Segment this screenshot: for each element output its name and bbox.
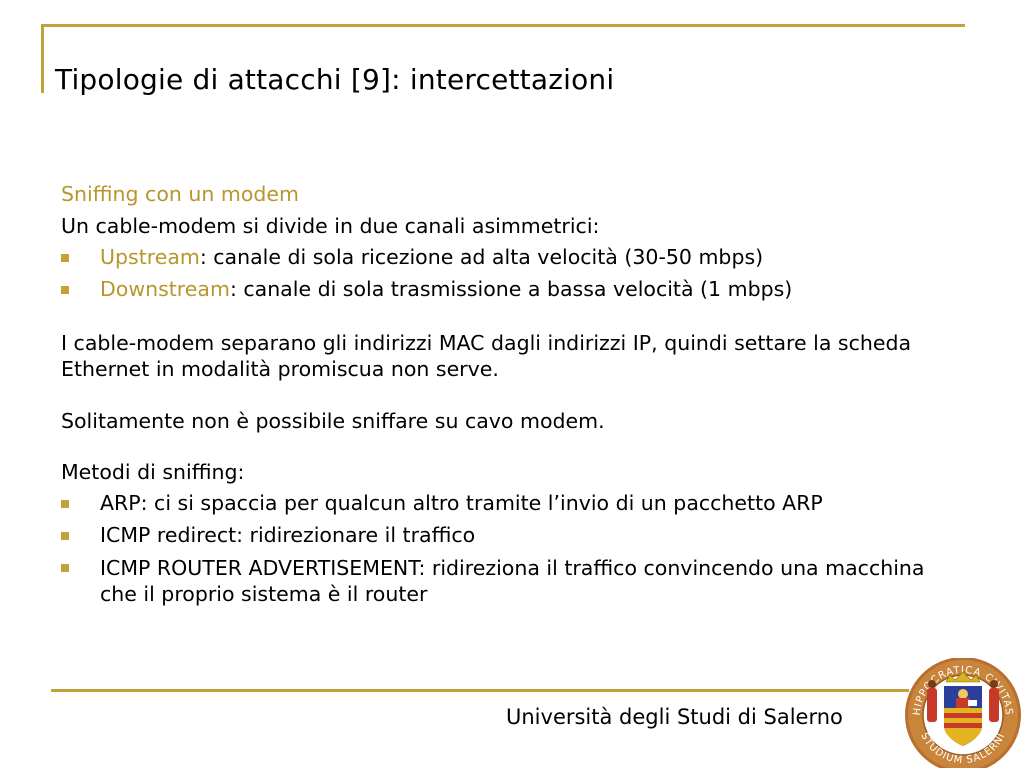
university-seal-logo: HIPPOCRATICA CIVITAS STUDIUM SALERNI: [905, 658, 1021, 768]
seal-stripe: [944, 713, 982, 718]
intro-text: Un cable-modem si divide in due canali a…: [61, 213, 600, 238]
channel-term: Upstream: [100, 245, 200, 269]
seal-stripe: [944, 708, 982, 713]
slide-body: Sniffing con un modem Un cable-modem si …: [61, 179, 981, 607]
method-item: ICMP redirect: ridirezionare il traffico: [61, 520, 981, 552]
paragraph-mac: I cable-modem separano gli indirizzi MAC…: [61, 331, 912, 381]
slide-title: Tipologie di attacchi [9]: intercettazio…: [55, 63, 615, 96]
seal-figure-halo: [958, 689, 968, 699]
channel-description: : canale di sola trasmissione a bassa ve…: [229, 276, 793, 301]
channel-item-downstream: Downstream: canale di sola trasmissione …: [61, 274, 981, 306]
method-text: ICMP redirect: ridirezionare il traffico: [100, 522, 476, 547]
method-text: ICMP ROUTER ADVERTISEMENT: ridireziona i…: [100, 556, 925, 606]
channel-description: : canale di sola ricezione ad alta veloc…: [199, 245, 764, 269]
top-rule: [41, 24, 965, 27]
footer-institution: Università degli Studi di Salerno: [506, 705, 843, 729]
channel-item-upstream: Upstream: canale di sola ricezione ad al…: [61, 242, 981, 274]
bullet-square-icon: [61, 500, 69, 508]
bullet-square-icon: [61, 285, 69, 294]
seal-left-figure: [927, 688, 937, 722]
seal-stripe: [944, 723, 982, 728]
bottom-rule: [51, 689, 909, 692]
bullet-square-icon: [61, 531, 69, 540]
seal-book-icon: [968, 700, 977, 706]
method-text: ARP: ci si spaccia per qualcun altro tra…: [100, 491, 823, 515]
method-item: ARP: ci si spaccia per qualcun altro tra…: [61, 488, 981, 520]
methods-heading: Metodi di sniffing:: [61, 459, 245, 484]
channel-term: Downstream: [100, 276, 230, 301]
seal-left-figure-head: [928, 680, 936, 688]
method-item: ICMP ROUTER ADVERTISEMENT: ridireziona i…: [61, 555, 960, 607]
bullet-square-icon: [61, 254, 69, 262]
left-rule: [41, 24, 44, 93]
seal-right-figure-head: [990, 680, 998, 688]
seal-figure-robe: [956, 698, 970, 708]
paragraph-modem: Solitamente non è possibile sniffare su …: [61, 409, 605, 433]
section-heading: Sniffing con un modem: [61, 182, 299, 206]
seal-right-figure: [989, 688, 999, 722]
seal-stripe: [944, 718, 982, 723]
bullet-square-icon: [61, 564, 69, 572]
